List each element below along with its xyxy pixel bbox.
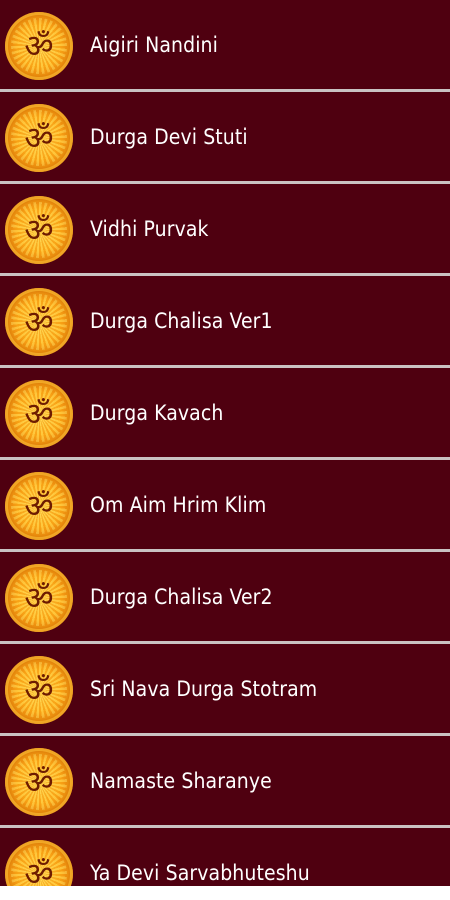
list-item-namaste-sharanye[interactable]: ॐ Namaste Sharanye [0, 736, 450, 828]
list-item-label: Aigiri Nandini [90, 32, 218, 57]
list-item-label: Vidhi Purvak [90, 216, 209, 241]
list-item-label: Ya Devi Sarvabhuteshu [90, 860, 310, 885]
list-item-sri-nava-durga-stotram[interactable]: ॐ Sri Nava Durga Stotram [0, 644, 450, 736]
list-item-durga-chalisa-ver1[interactable]: ॐ Durga Chalisa Ver1 [0, 276, 450, 368]
list-item-label: Durga Chalisa Ver2 [90, 584, 273, 609]
list-item-ya-devi-sarvabhuteshu[interactable]: ॐ Ya Devi Sarvabhuteshu [0, 828, 450, 886]
om-icon: ॐ [5, 104, 73, 172]
list-item-label: Sri Nava Durga Stotram [90, 676, 318, 701]
om-icon: ॐ [5, 472, 73, 540]
om-icon: ॐ [5, 288, 73, 356]
list-item-om-aim-hrim-klim[interactable]: ॐ Om Aim Hrim Klim [0, 460, 450, 552]
om-icon: ॐ [5, 656, 73, 724]
om-icon: ॐ [5, 748, 73, 816]
list-item-label: Om Aim Hrim Klim [90, 492, 267, 517]
list-item-aigiri-nandini[interactable]: ॐ Aigiri Nandini [0, 0, 450, 92]
list-item-label: Namaste Sharanye [90, 768, 272, 793]
list-item-durga-kavach[interactable]: ॐ Durga Kavach [0, 368, 450, 460]
list-item-label: Durga Chalisa Ver1 [90, 308, 273, 333]
om-icon: ॐ [5, 12, 73, 80]
list-item-vidhi-purvak[interactable]: ॐ Vidhi Purvak [0, 184, 450, 276]
list-item-label: Durga Kavach [90, 400, 224, 425]
om-icon: ॐ [5, 564, 73, 632]
list-item-durga-chalisa-ver2[interactable]: ॐ Durga Chalisa Ver2 [0, 552, 450, 644]
om-icon: ॐ [5, 196, 73, 264]
list-item-label: Durga Devi Stuti [90, 124, 248, 149]
song-list: ॐ Aigiri Nandini ॐ Durga Devi Stuti ॐ Vi… [0, 0, 450, 886]
om-icon: ॐ [5, 380, 73, 448]
list-item-durga-devi-stuti[interactable]: ॐ Durga Devi Stuti [0, 92, 450, 184]
om-icon: ॐ [5, 840, 73, 886]
